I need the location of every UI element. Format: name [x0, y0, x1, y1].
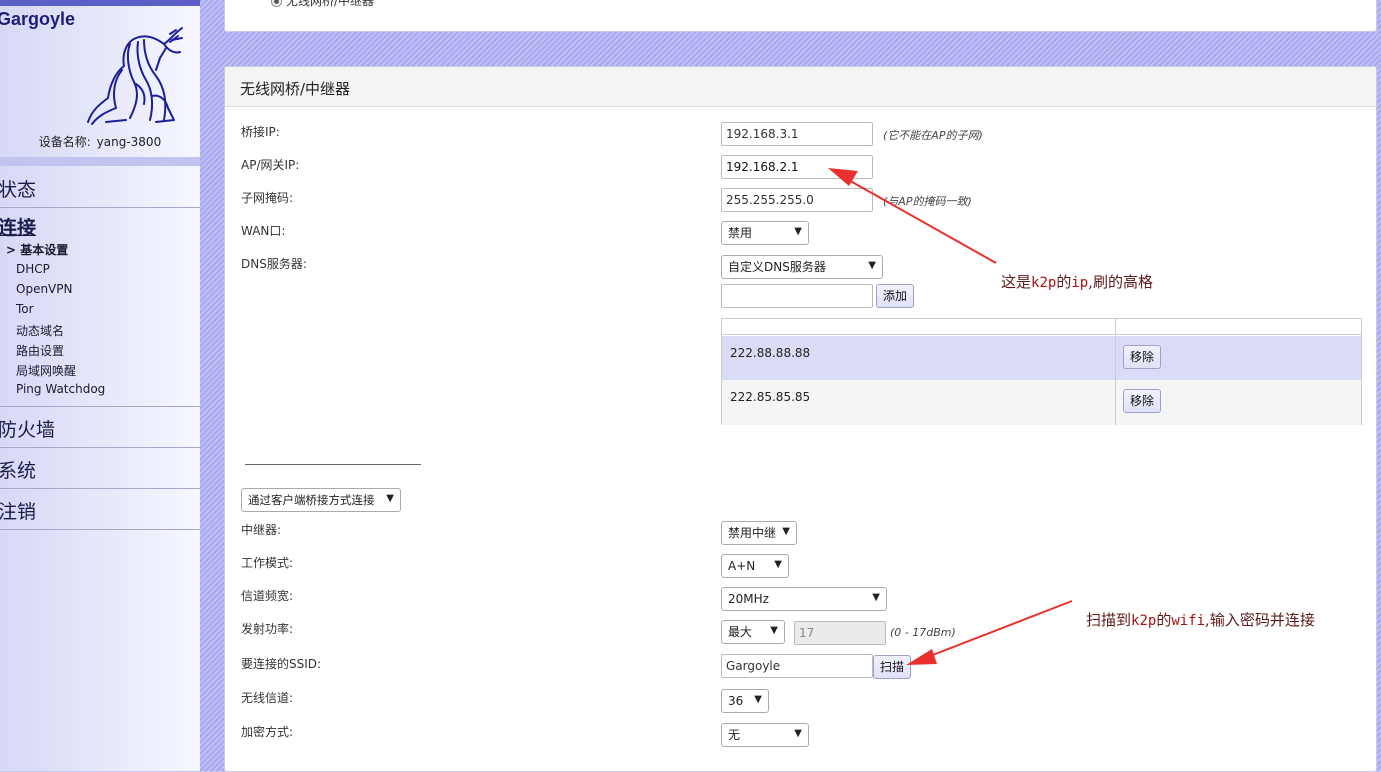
encryption-select[interactable]: 无 ▼: [721, 723, 809, 747]
panel-title: 无线网桥/中继器: [240, 80, 351, 98]
top-panel: 无线网桥/中继器: [224, 0, 1377, 32]
subnav-wol[interactable]: 局域网唤醒: [16, 362, 76, 379]
connect-mode-select[interactable]: 通过客户端桥接方式连接 ▼: [241, 488, 401, 512]
radio-label: 无线网桥/中继器: [286, 0, 375, 8]
work-mode-select[interactable]: A+N ▼: [721, 554, 789, 578]
sidebar: Gargoyle 设备名称: yang-3800 状态 连接 > 基本设置 DH…: [0, 0, 204, 771]
bandwidth-value: 20MHz: [728, 592, 769, 606]
dns-remove-button[interactable]: 移除: [1123, 389, 1162, 413]
nav-connection[interactable]: 连接: [0, 213, 200, 240]
chevron-down-icon: ▼: [794, 728, 802, 739]
tx-power-dbm-input: 17: [794, 621, 886, 645]
connect-mode-value: 通过客户端桥接方式连接: [248, 493, 375, 507]
chevron-down-icon: ▼: [794, 226, 802, 237]
channel-value: 36: [728, 694, 744, 708]
chevron-down-icon: ▼: [774, 559, 782, 570]
chevron-down-icon: ▼: [754, 694, 762, 705]
tx-power-select[interactable]: 最大 ▼: [721, 620, 785, 644]
netmask-input[interactable]: 255.255.255.0: [721, 188, 873, 212]
nav-logout[interactable]: 注销: [0, 497, 200, 524]
section-divider: [245, 464, 421, 465]
wan-port-label: WAN口:: [241, 224, 286, 238]
netmask-label: 子网掩码:: [241, 191, 294, 205]
ssid-label: 要连接的SSID:: [241, 657, 322, 671]
subnav-basic-settings[interactable]: > 基本设置: [6, 241, 68, 258]
panel-header: 无线网桥/中继器: [225, 67, 1376, 107]
wan-port-value: 禁用: [728, 226, 753, 240]
table-row: 222.85.85.85 移除: [722, 380, 1361, 425]
dns-label: DNS服务器:: [241, 257, 307, 271]
chevron-down-icon: ▼: [770, 625, 778, 636]
subnav-dhcp[interactable]: DHCP: [16, 262, 50, 276]
dns-ip: 222.85.85.85: [730, 390, 811, 404]
bridge-repeater-panel: 无线网桥/中继器 桥接IP: 192.168.3.1 (它不能在AP的子网) A…: [224, 66, 1377, 772]
channel-select[interactable]: 36 ▼: [721, 689, 769, 713]
tx-power-label: 发射功率:: [241, 622, 294, 636]
encryption-value: 无: [728, 728, 741, 742]
annotation-scan-wifi: 扫描到k2p的wifi,输入密码并连接: [1086, 611, 1315, 629]
chevron-down-icon: ▼: [868, 260, 876, 271]
nav-system[interactable]: 系统: [0, 456, 200, 483]
bridge-ip-label: 桥接IP:: [241, 125, 280, 139]
dns-ip: 222.88.88.88: [730, 346, 811, 360]
ssid-input[interactable]: Gargoyle: [721, 654, 873, 678]
encryption-label: 加密方式:: [241, 725, 294, 739]
netmask-hint: (与AP的掩码一致): [883, 195, 972, 208]
subnav-ddns[interactable]: 动态域名: [16, 322, 64, 339]
gateway-ip-label: AP/网关IP:: [241, 158, 300, 172]
repeater-value: 禁用中继: [728, 526, 777, 540]
nav-divider: [0, 529, 200, 530]
sidebar-separator: [0, 157, 200, 166]
nav-divider: [0, 406, 200, 407]
dns-add-button[interactable]: 添加: [876, 284, 914, 308]
chevron-down-icon: ▼: [386, 493, 394, 504]
brand-title: Gargoyle: [0, 9, 76, 29]
channel-label: 无线信道:: [241, 691, 294, 705]
gargoyle-logo: [87, 27, 183, 125]
dns-new-input[interactable]: [721, 284, 873, 308]
repeater-select[interactable]: 禁用中继 ▼: [721, 521, 797, 545]
active-marker: >: [6, 243, 17, 257]
dns-table: 222.88.88.88 移除 222.85.85.85 移除: [721, 318, 1362, 425]
annotation-k2p-ip: 这是k2p的ip,刷的高格: [1001, 273, 1153, 291]
dns-mode-select[interactable]: 自定义DNS服务器 ▼: [721, 255, 883, 279]
table-row: 222.88.88.88 移除: [722, 336, 1361, 381]
mode-radio-option[interactable]: 无线网桥/中继器: [271, 0, 374, 9]
scan-button[interactable]: 扫描: [873, 655, 911, 679]
chevron-down-icon: ▼: [782, 526, 790, 537]
nav-firewall[interactable]: 防火墙: [0, 415, 200, 442]
bridge-ip-input[interactable]: 192.168.3.1: [721, 122, 873, 146]
work-mode-label: 工作模式:: [241, 556, 294, 570]
dns-remove-button[interactable]: 移除: [1123, 345, 1162, 369]
nav-status[interactable]: 状态: [0, 175, 200, 202]
gateway-ip-input[interactable]: 192.168.2.1: [721, 155, 873, 179]
wan-port-select[interactable]: 禁用 ▼: [721, 221, 809, 245]
work-mode-value: A+N: [728, 559, 756, 573]
tx-power-value: 最大: [728, 625, 753, 639]
dns-table-header: [722, 319, 1361, 335]
dns-mode-value: 自定义DNS服务器: [728, 260, 826, 274]
nav-divider: [0, 488, 200, 489]
chevron-down-icon: ▼: [872, 592, 880, 603]
bridge-ip-hint: (它不能在AP的子网): [883, 129, 983, 142]
device-name: 设备名称: yang-3800: [0, 133, 200, 150]
radio-icon[interactable]: [271, 0, 282, 7]
sidebar-top-bar: [0, 0, 204, 6]
subnav-tor[interactable]: Tor: [16, 302, 34, 316]
subnav-openvpn[interactable]: OpenVPN: [16, 282, 72, 296]
subnav-routing[interactable]: 路由设置: [16, 342, 64, 359]
bandwidth-label: 信道频宽:: [241, 589, 294, 603]
nav-divider: [0, 447, 200, 448]
nav-divider: [0, 207, 200, 208]
tx-power-range: (0 - 17dBm): [890, 626, 956, 639]
bandwidth-select[interactable]: 20MHz ▼: [721, 587, 887, 611]
device-name-value: yang-3800: [96, 135, 162, 149]
subnav-ping-watchdog[interactable]: Ping Watchdog: [16, 382, 105, 396]
repeater-label: 中继器:: [241, 523, 282, 537]
device-name-label: 设备名称:: [38, 135, 91, 149]
